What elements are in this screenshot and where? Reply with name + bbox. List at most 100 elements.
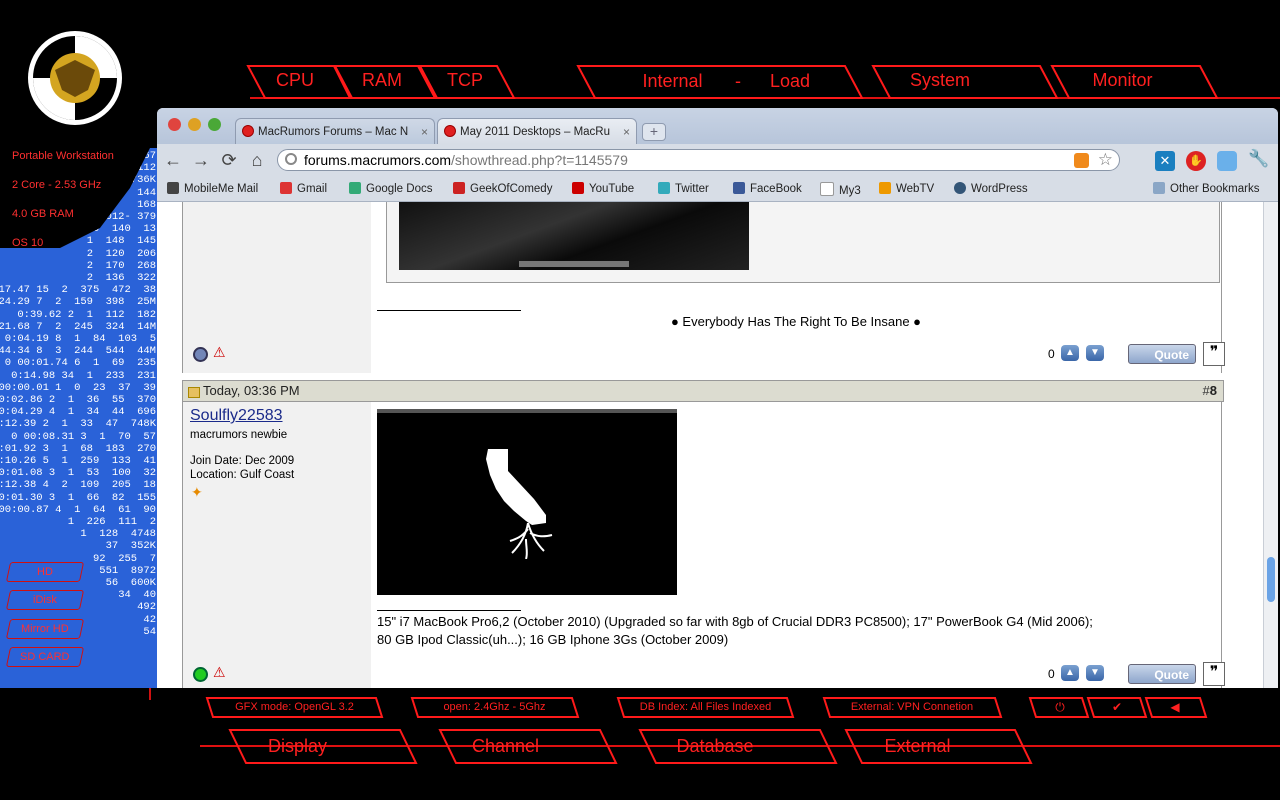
minimize-window-button[interactable] — [188, 118, 201, 131]
post-body: ● Everybody Has The Right To Be Insane ●… — [371, 202, 1225, 373]
bookmark-facebook[interactable]: FaceBook — [733, 182, 802, 195]
forward-button[interactable]: → — [191, 150, 211, 170]
tab-may-2011-desktops[interactable]: May 2011 Desktops – MacRu × — [437, 118, 637, 144]
home-button[interactable]: ⌂ — [247, 150, 267, 170]
new-tab-button[interactable]: + — [642, 123, 666, 141]
process-row: 168 — [137, 198, 156, 211]
process-row: 2 170 268 — [86, 259, 156, 272]
zoom-window-button[interactable] — [208, 118, 221, 131]
hud-tab-database[interactable]: Database — [665, 736, 765, 757]
quote-button[interactable]: Quote — [1128, 344, 1196, 364]
side-button-mirror-hd[interactable]: Mirror HD — [5, 619, 85, 639]
vote-up-button[interactable]: ▲ — [1061, 345, 1079, 361]
bookmark-twitter[interactable]: Twitter — [658, 182, 709, 195]
back-arrow-icon[interactable]: ◀ — [1160, 700, 1190, 714]
rss-icon[interactable] — [1074, 153, 1089, 168]
hud-tab-external[interactable]: External — [870, 736, 965, 757]
bookmark-gmail[interactable]: Gmail — [280, 182, 327, 195]
username-link[interactable]: Soulfly22583 — [190, 407, 283, 425]
hud-tab-monitor[interactable]: Monitor — [1080, 70, 1165, 91]
bookmark-geekofcomedy[interactable]: GeekOfComedy — [453, 182, 552, 195]
quote-button[interactable]: Quote — [1128, 664, 1196, 684]
process-row: 0 00:08.31 3 1 70 57 — [11, 430, 156, 443]
page-content: ⚠ ● Everybody Has The Right To Be Insane… — [157, 202, 1263, 688]
hud-tab-internal[interactable]: Internal — [630, 71, 715, 92]
process-row: 1 226 111 2 — [67, 516, 156, 528]
close-window-button[interactable] — [168, 118, 181, 131]
vertical-scrollbar[interactable] — [1263, 202, 1278, 688]
hud-tab-tcp[interactable]: TCP — [435, 70, 495, 91]
side-button-hd[interactable]: HD — [5, 562, 85, 582]
report-warning-icon[interactable]: ⚠ — [213, 344, 226, 361]
bookmark-wordpress[interactable]: WordPress — [954, 182, 1028, 195]
vote-count: 0 — [1048, 667, 1055, 681]
hud-tab-separator: - — [735, 71, 741, 91]
scrollbar-thumb[interactable] — [1267, 557, 1275, 602]
vote-up-button[interactable]: ▲ — [1061, 665, 1079, 681]
process-row: 0:04.19 8 1 84 103 5 — [4, 333, 156, 345]
reload-button[interactable]: ⟳ — [219, 150, 239, 170]
status-gfx-mode: GFX mode: OpenGL 3.2 — [235, 701, 354, 713]
youtube-icon — [572, 182, 584, 194]
post-body: 15" i7 MacBook Pro6,2 (October 2010) (Up… — [371, 402, 1225, 688]
vote-down-button[interactable]: ▼ — [1086, 345, 1104, 361]
star-icon[interactable]: ☆ — [1098, 150, 1113, 170]
hud-tab-channel[interactable]: Channel — [458, 736, 553, 757]
location: Location: Gulf Coast — [190, 469, 295, 481]
process-row: 1 148 145 — [86, 235, 156, 248]
user-badge-icon: ✦ — [191, 484, 203, 500]
report-warning-icon[interactable]: ⚠ — [213, 664, 226, 681]
vote-count: 0 — [1048, 347, 1055, 361]
post-number[interactable]: #8 — [1203, 381, 1217, 401]
process-row: 00:01.30 3 1 66 82 155 — [0, 491, 156, 504]
bookmarks-bar: MobileMe Mail Gmail Google Docs GeekOfCo… — [157, 177, 1278, 202]
tab-bar: MacRumors Forums – Mac N × May 2011 Desk… — [157, 108, 1278, 144]
close-icon[interactable]: × — [623, 119, 630, 144]
hud-tab-display[interactable]: Display — [250, 736, 345, 757]
bookmark-youtube[interactable]: YouTube — [572, 182, 634, 195]
bookmark-google-docs[interactable]: Google Docs — [349, 182, 432, 195]
bookmark-webtv[interactable]: WebTV — [879, 182, 934, 195]
extension-x-icon[interactable]: ✕ — [1155, 151, 1175, 171]
process-row: 144 — [137, 186, 156, 199]
vote-down-button[interactable]: ▼ — [1086, 665, 1104, 681]
process-row: 92 255 7 — [92, 552, 156, 565]
side-info-os: OS 10 — [12, 237, 44, 249]
back-button[interactable]: ← — [163, 150, 183, 170]
side-info-cpu: 2 Core - 2.53 GHz — [12, 179, 102, 191]
status-external-vpn: External: VPN Connetion — [850, 701, 974, 713]
side-button-idisk[interactable]: iDisk — [5, 590, 85, 610]
address-bar[interactable]: forums.macrumors.com/showthread.php?t=11… — [277, 149, 1120, 171]
process-row: 54 — [143, 625, 156, 638]
process-row: 0:04.29 4 1 34 44 696 — [0, 406, 156, 419]
multiquote-icon[interactable]: ❞ — [1203, 662, 1225, 686]
stop-hand-icon[interactable]: ✋ — [1186, 151, 1206, 171]
power-icon[interactable]: ⏻ — [1045, 700, 1075, 715]
process-row: 0 00:00.87 4 1 64 61 90 — [0, 503, 156, 516]
hud-tab-load[interactable]: Load — [760, 71, 820, 92]
hud-tab-ram[interactable]: RAM — [352, 70, 412, 91]
side-button-sd-card[interactable]: SD CARD — [5, 647, 85, 667]
post-user-column: ⚠ — [182, 202, 373, 373]
desktop-screenshot-image[interactable] — [399, 202, 749, 270]
bookmark-my3[interactable]: My3 — [820, 182, 861, 197]
close-icon[interactable]: × — [421, 119, 428, 144]
check-icon[interactable]: ✔ — [1102, 700, 1132, 714]
menu-bar-thumbnail — [377, 409, 677, 413]
cloud-icon[interactable] — [1217, 151, 1237, 171]
tab-macrumors-forums[interactable]: MacRumors Forums – Mac N × — [235, 118, 435, 144]
process-row: 42 — [143, 613, 156, 626]
process-row: 2 120 206 — [86, 247, 156, 260]
hud-tab-cpu[interactable]: CPU — [265, 70, 325, 91]
wrench-icon[interactable]: 🔧 — [1248, 149, 1269, 169]
other-bookmarks-folder[interactable]: Other Bookmarks — [1153, 182, 1259, 195]
california-wallpaper-image[interactable] — [377, 409, 677, 595]
bookmark-mobileme-mail[interactable]: MobileMe Mail — [167, 182, 258, 195]
process-row: 04:10.26 5 1 259 133 41 — [0, 455, 156, 467]
url-path: /showthread.php?t=1145579 — [451, 152, 628, 168]
california-silhouette — [486, 449, 553, 559]
process-row: 492 — [137, 601, 156, 614]
hud-tab-system[interactable]: System — [895, 70, 985, 91]
tab-title: May 2011 Desktops – MacRu — [460, 126, 610, 138]
multiquote-icon[interactable]: ❞ — [1203, 342, 1225, 366]
